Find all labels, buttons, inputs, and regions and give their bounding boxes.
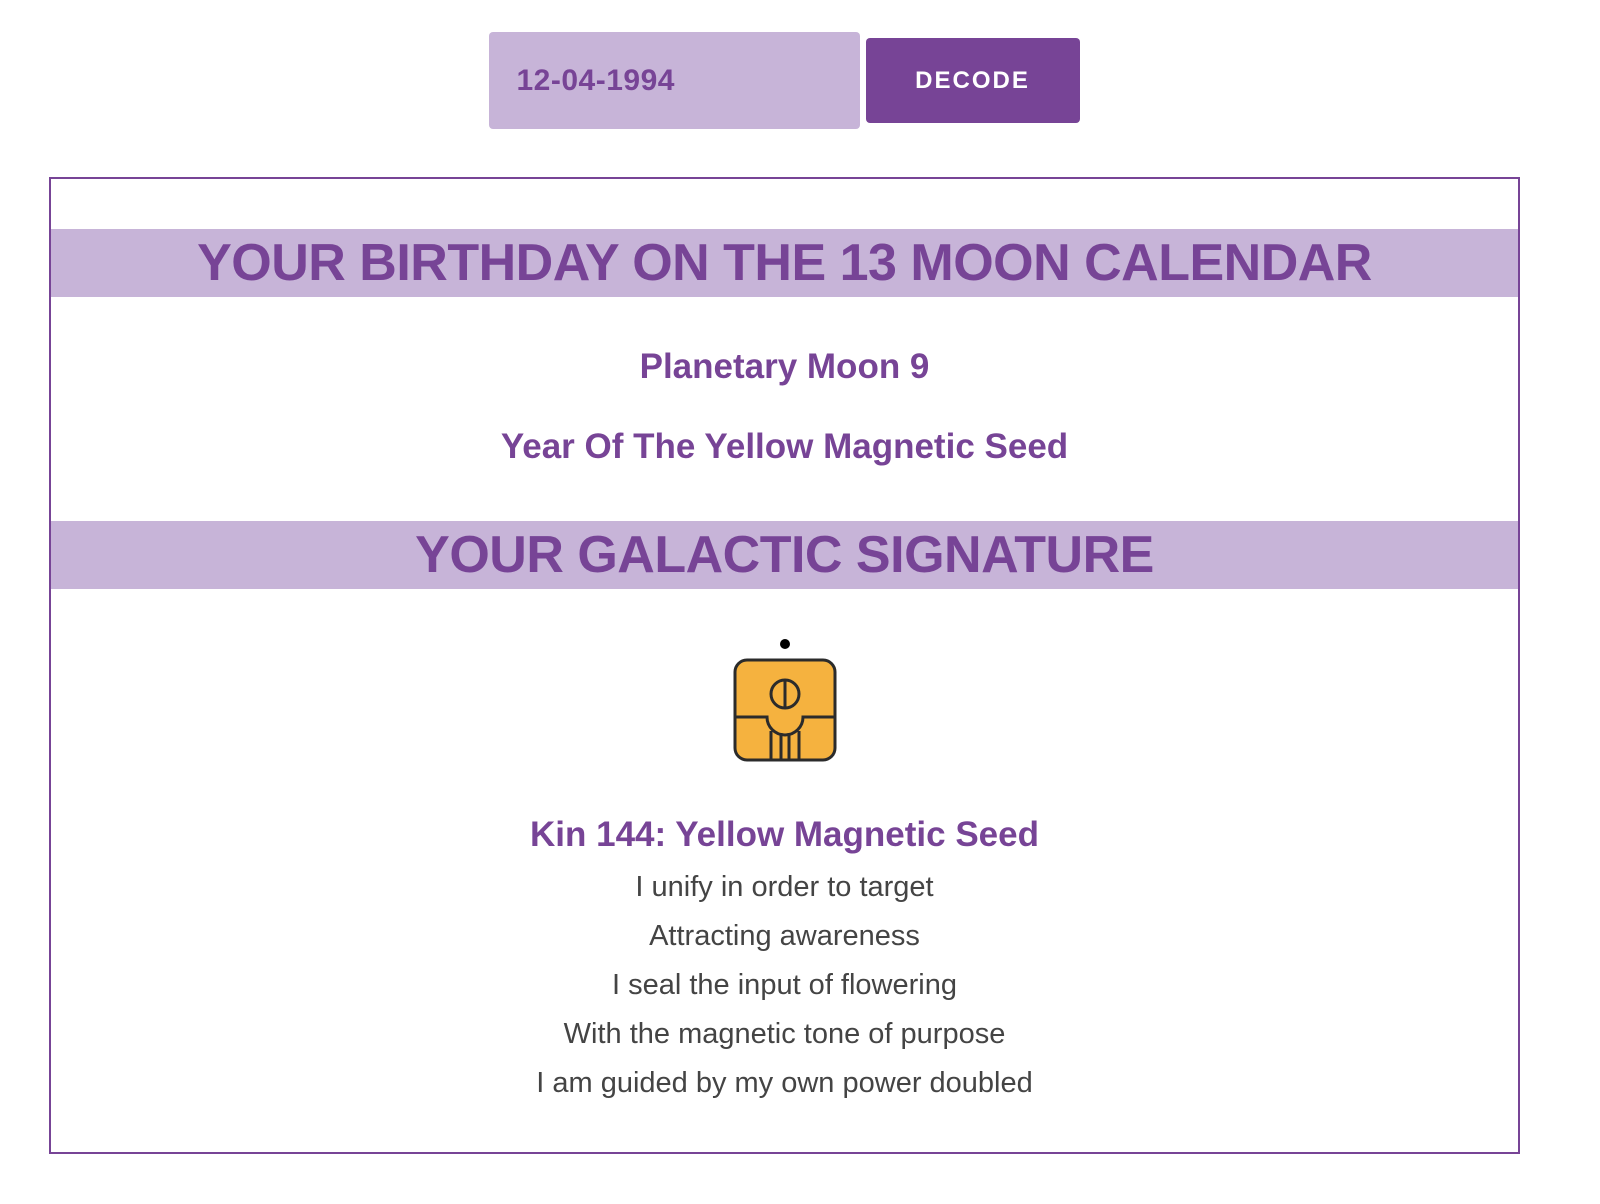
affirmation-line: Attracting awareness bbox=[649, 920, 920, 952]
affirmation-list: I unify in order to target Attracting aw… bbox=[51, 863, 1518, 1108]
date-form: DECODE bbox=[0, 32, 1568, 129]
kin-title: Kin 144: Yellow Magnetic Seed bbox=[530, 815, 1039, 854]
calendar-heading: YOUR BIRTHDAY ON THE 13 MOON CALENDAR bbox=[51, 229, 1518, 297]
affirmation-line: With the magnetic tone of purpose bbox=[563, 1018, 1006, 1050]
galactic-signature-heading: YOUR GALACTIC SIGNATURE bbox=[51, 521, 1518, 589]
affirmation-line: I seal the input of flowering bbox=[612, 969, 957, 1001]
birthdate-input[interactable] bbox=[488, 32, 860, 129]
moon-text: Planetary Moon 9 bbox=[639, 347, 930, 386]
yellow-seed-glyph-icon bbox=[733, 639, 837, 762]
result-panel: YOUR BIRTHDAY ON THE 13 MOON CALENDAR Pl… bbox=[49, 177, 1520, 1154]
affirmation-line: I unify in order to target bbox=[635, 871, 934, 903]
tone-dot-icon bbox=[780, 639, 790, 649]
affirmation-line: I am guided by my own power doubled bbox=[536, 1067, 1033, 1099]
year-text: Year Of The Yellow Magnetic Seed bbox=[500, 427, 1069, 466]
decode-button[interactable]: DECODE bbox=[865, 38, 1080, 123]
